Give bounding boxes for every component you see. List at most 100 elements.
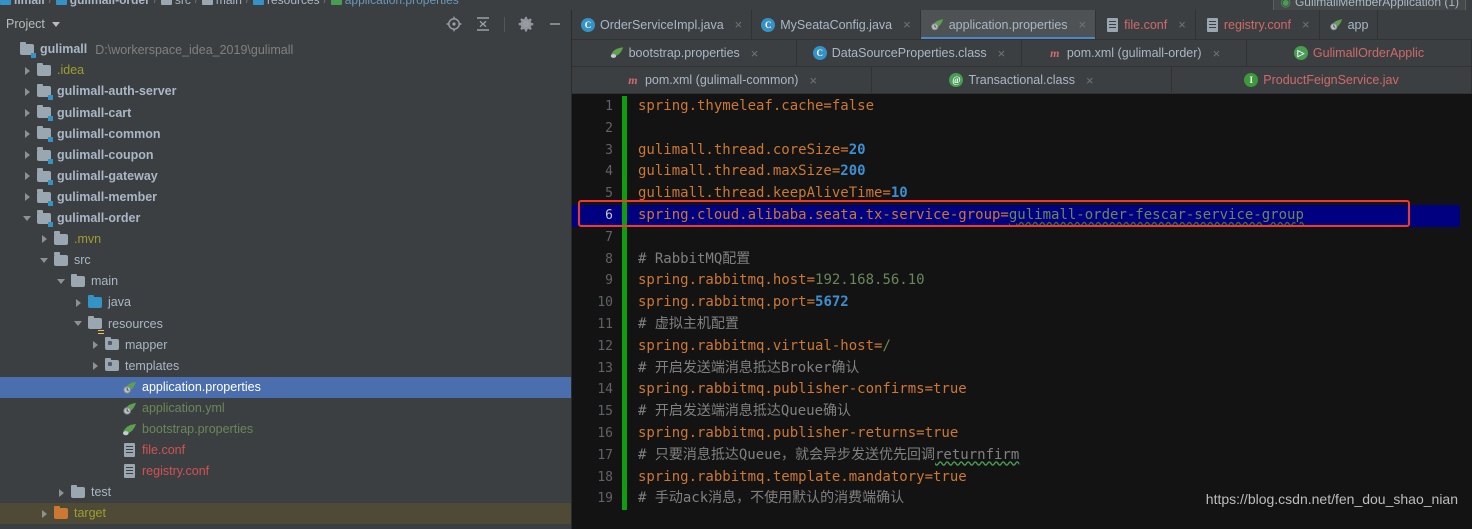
collapse-all-icon[interactable] (475, 16, 491, 32)
code-line[interactable] (627, 118, 1472, 140)
editor-tab-bootstrap-properties[interactable]: bootstrap.properties × (572, 40, 797, 66)
chevron-right-icon[interactable] (57, 487, 68, 498)
close-tab-icon[interactable]: × (1178, 17, 1186, 32)
tree-item-resources[interactable]: resources (0, 313, 571, 334)
close-tab-icon[interactable]: × (735, 17, 743, 32)
code-line[interactable]: spring.rabbitmq.publisher-confirms=true (627, 379, 1472, 401)
tree-item-gulimall-cart[interactable]: gulimall-cart (0, 102, 571, 123)
tree-item-file-conf[interactable]: file.conf (0, 440, 571, 461)
tree-item-bootstrap-properties[interactable]: bootstrap.properties (0, 419, 571, 440)
chevron-right-icon[interactable] (74, 297, 85, 308)
tree-item-gulimall-coupon[interactable]: gulimall-coupon (0, 144, 571, 165)
chevron-right-icon[interactable] (91, 360, 102, 371)
project-tree[interactable]: gulimall D:\workerspace_idea_2019\gulimal… (0, 38, 571, 529)
code-line[interactable]: gulimall.thread.coreSize=20 (627, 140, 1472, 162)
chevron-right-icon[interactable] (23, 150, 34, 161)
editor-tab-pom-xml-gulimall-order[interactable]: m pom.xml (gulimall-order) × (1022, 40, 1247, 66)
close-tab-icon[interactable]: × (1079, 17, 1087, 32)
chevron-right-icon[interactable] (23, 171, 34, 182)
editor-tab-transactional-class[interactable]: @ Transactional.class × (872, 67, 1172, 93)
code-line[interactable]: spring.rabbitmq.host=192.168.56.10 (627, 270, 1472, 292)
code-line[interactable]: # 开启发送端消息抵达Queue确认 (627, 401, 1472, 423)
editor-tab-datasourceproperties-class[interactable]: C DataSourceProperties.class × (797, 40, 1022, 66)
editor-tab-myseataconfig-java[interactable]: C MySeataConfig.java × (752, 10, 921, 39)
chevron-right-icon[interactable] (91, 339, 102, 350)
editor-tab-application-properties[interactable]: application.properties × (920, 10, 1097, 39)
run-config-area[interactable]: ◉ GulimallMemberApplication (1) (1273, 0, 1466, 10)
code-line[interactable]: spring.cloud.alibaba.seata.tx-service-gr… (627, 204, 1472, 227)
chevron-right-icon[interactable] (23, 65, 34, 76)
tree-item-gulimall-gateway[interactable]: gulimall-gateway (0, 166, 571, 187)
chevron-down-icon[interactable] (23, 213, 34, 224)
close-tab-icon[interactable]: × (1213, 46, 1221, 61)
locate-icon[interactable] (446, 16, 462, 32)
tree-item-application-properties[interactable]: application.properties (0, 376, 571, 398)
editor-scrollbar[interactable] (1460, 94, 1472, 529)
breadcrumb[interactable]: limall / gulimall-order / src / main / resources… (0, 0, 459, 7)
chevron-right-icon[interactable] (40, 234, 51, 245)
close-tab-icon[interactable]: × (1302, 17, 1310, 32)
code-line[interactable]: spring.rabbitmq.virtual-host=/ (627, 336, 1472, 358)
tree-item-gulimall-order[interactable]: gulimall-order (0, 208, 571, 229)
tree-item-target[interactable]: target (0, 503, 571, 525)
close-tab-icon[interactable]: × (751, 46, 759, 61)
tree-item-test[interactable]: test (0, 482, 571, 503)
tree-item-java[interactable]: java (0, 292, 571, 313)
breadcrumb-item[interactable]: limall (0, 0, 45, 7)
tree-item-idea[interactable]: .idea (0, 60, 571, 81)
breadcrumb-item[interactable]: application.properties (330, 0, 459, 7)
code-line[interactable]: gulimall.thread.maxSize=200 (627, 161, 1472, 183)
settings-gear-icon[interactable] (518, 16, 534, 32)
chevron-down-icon[interactable] (51, 21, 60, 27)
tree-item-gulimall-member[interactable]: gulimall-member (0, 187, 571, 208)
tree-item-application-yml[interactable]: application.yml (0, 398, 571, 419)
code-line[interactable]: spring.thymeleaf.cache=false (627, 96, 1472, 118)
chevron-right-icon[interactable] (23, 128, 34, 139)
editor-tab-pom-xml-gulimall-common[interactable]: m pom.xml (gulimall-common) × (572, 67, 872, 93)
editor-tab-app[interactable]: app (1320, 10, 1379, 39)
editor-tab-row-1[interactable]: C OrderServiceImpl.java × C MySeataConfig.ja… (572, 10, 1472, 40)
tree-item-templates[interactable]: templates (0, 355, 571, 376)
breadcrumb-item[interactable]: src (160, 0, 191, 7)
code-line[interactable]: # RabbitMQ配置 (627, 249, 1472, 271)
close-tab-icon[interactable]: × (903, 17, 911, 32)
close-tab-icon[interactable]: × (998, 46, 1006, 61)
tree-item-gulimall-common[interactable]: gulimall-common (0, 123, 571, 144)
tree-item-mapper[interactable]: mapper (0, 334, 571, 355)
editor-tab-orderserviceimpl-java[interactable]: C OrderServiceImpl.java × (572, 10, 753, 39)
code-line[interactable] (627, 227, 1472, 249)
breadcrumb-item[interactable]: main (201, 0, 242, 7)
code-line[interactable]: spring.rabbitmq.template.mandatory=true (627, 467, 1472, 489)
code-line[interactable]: spring.rabbitmq.publisher-returns=true (627, 423, 1472, 445)
close-tab-icon[interactable]: × (1086, 73, 1094, 88)
code-line[interactable]: # 虚拟主机配置 (627, 314, 1472, 336)
chevron-right-icon[interactable] (23, 107, 34, 118)
tree-item-main[interactable]: main (0, 271, 571, 292)
minimize-icon[interactable] (547, 16, 563, 32)
code-line[interactable]: gulimall.thread.keepAliveTime=10 (627, 183, 1472, 205)
editor-tab-registry-conf[interactable]: registry.conf × (1196, 10, 1320, 39)
code-line[interactable]: # 只要消息抵达Queue，就会异步发送优先回调returnfirm (627, 445, 1472, 467)
editor-tab-file-conf[interactable]: file.conf × (1096, 10, 1196, 39)
code-content[interactable]: spring.thymeleaf.cache=false gulimall.thr… (627, 94, 1472, 529)
run-configuration-selector[interactable]: ◉ GulimallMemberApplication (1) (1273, 0, 1466, 10)
editor-tab-productfeignservice-jav[interactable]: I ProductFeignService.jav (1172, 67, 1472, 93)
tree-item-gulimall[interactable]: gulimall D:\workerspace_idea_2019\gulimal… (0, 39, 571, 60)
chevron-down-icon[interactable] (74, 318, 85, 329)
breadcrumb-item[interactable]: resources (252, 0, 320, 7)
code-line[interactable]: # 开启发送端消息抵达Broker确认 (627, 358, 1472, 380)
chevron-down-icon[interactable] (57, 276, 68, 287)
editor-tab-row-3[interactable]: m pom.xml (gulimall-common) × @ Transactiona… (572, 67, 1472, 94)
breadcrumb-item[interactable]: gulimall-order (55, 0, 150, 7)
tree-item-mvn[interactable]: .mvn (0, 229, 571, 250)
editor-tab-gulimallorderapplic[interactable]: ▷ GulimallOrderApplic (1247, 40, 1472, 66)
tree-item-gulimall-auth-server[interactable]: gulimall-auth-server (0, 81, 571, 102)
code-editor[interactable]: 1 2 3 4 5 6 7 8 9 10 11 12 13 14 15 16 17 18 19 spring.thy… (572, 94, 1472, 529)
close-tab-icon[interactable]: × (809, 73, 817, 88)
code-line[interactable]: spring.rabbitmq.port=5672 (627, 292, 1472, 314)
chevron-right-icon[interactable] (23, 86, 34, 97)
chevron-down-icon[interactable] (40, 255, 51, 266)
chevron-right-icon[interactable] (40, 508, 51, 519)
tree-item-registry-conf[interactable]: registry.conf (0, 461, 571, 482)
chevron-right-icon[interactable] (23, 192, 34, 203)
